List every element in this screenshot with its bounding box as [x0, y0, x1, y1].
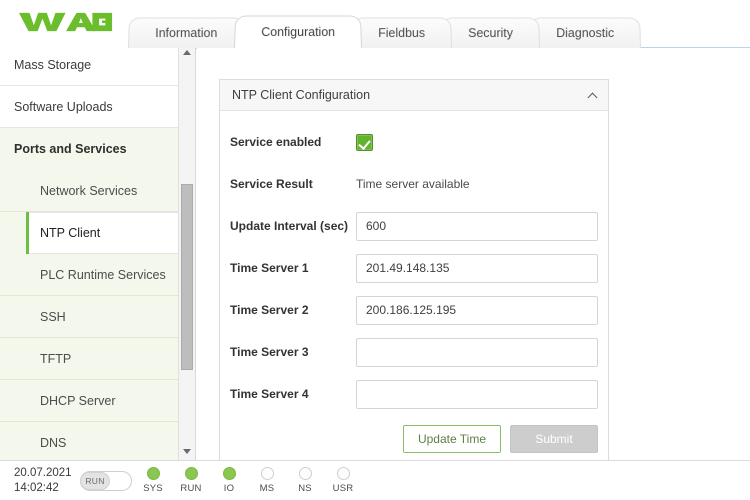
- led-run: RUN: [178, 467, 204, 494]
- sidebar-item-mass-storage[interactable]: Mass Storage: [0, 44, 178, 86]
- datetime-display: 20.07.2021 14:02:42: [14, 466, 72, 496]
- tab-diagnostic[interactable]: Diagnostic: [529, 17, 642, 48]
- row-update-interval: Update Interval (sec): [230, 205, 598, 247]
- tab-fieldbus[interactable]: Fieldbus: [350, 17, 453, 48]
- led-label: RUN: [180, 483, 202, 494]
- led-indicator-icon: [222, 467, 236, 480]
- sidebar-item-software-uploads[interactable]: Software Uploads: [0, 86, 178, 128]
- led-label: MS: [259, 483, 275, 494]
- wago-logo-icon: [18, 12, 113, 32]
- sidebar-item-dns[interactable]: DNS: [0, 422, 178, 460]
- led-label: NS: [298, 483, 312, 494]
- status-bar: 20.07.2021 14:02:42 RUN SYS RUN IO MS NS…: [0, 460, 750, 500]
- sidebar-sublist: Network Services NTP Client PLC Runtime …: [0, 170, 178, 460]
- led-io: IO: [216, 467, 242, 494]
- service-result-label: Service Result: [230, 177, 313, 191]
- sidebar-navigation: Mass Storage Software Uploads Ports and …: [0, 44, 196, 460]
- tab-security[interactable]: Security: [441, 17, 541, 48]
- tab-security-label: Security: [468, 26, 514, 41]
- main-tab-bar: Information Configuration Fieldbus Secur…: [128, 15, 642, 48]
- sidebar-item-label: DHCP Server: [40, 393, 116, 408]
- sidebar-item-network-services[interactable]: Network Services: [0, 170, 178, 212]
- row-time-server-2: Time Server 2: [230, 289, 598, 331]
- led-sys: SYS: [140, 467, 166, 494]
- triangle-down-icon: [183, 449, 191, 454]
- led-label: SYS: [143, 483, 163, 494]
- time-server-3-label: Time Server 3: [230, 345, 309, 359]
- sidebar-item-label: SSH: [40, 309, 66, 324]
- wago-logo: [18, 9, 114, 35]
- sidebar-item-label: DNS: [40, 435, 67, 450]
- ntp-client-configuration-panel: NTP Client Configuration Service enabled…: [219, 79, 609, 460]
- led-ms: MS: [254, 467, 280, 494]
- panel-title: NTP Client Configuration: [232, 88, 371, 102]
- led-indicator-icon: [184, 467, 198, 480]
- time-server-4-label: Time Server 4: [230, 387, 309, 401]
- led-usr: USR: [330, 467, 356, 494]
- run-stop-toggle[interactable]: RUN: [80, 471, 132, 491]
- led-label: IO: [223, 483, 235, 494]
- time-text: 14:02:42: [14, 482, 59, 494]
- sidebar-group-label: Ports and Services: [14, 142, 127, 156]
- toggle-knob-label: RUN: [80, 472, 110, 490]
- service-result-value: Time server available: [356, 177, 470, 191]
- sidebar-item-tftp[interactable]: TFTP: [0, 338, 178, 380]
- led-indicator-icon: [260, 467, 274, 480]
- time-server-2-input[interactable]: [356, 295, 598, 325]
- time-server-4-input[interactable]: [356, 379, 598, 409]
- led-indicator-icon: [298, 467, 312, 480]
- sidebar-group-ports-and-services[interactable]: Ports and Services: [0, 128, 178, 170]
- sidebar-item-label: Network Services: [40, 183, 138, 198]
- scrollbar-thumb[interactable]: [181, 184, 193, 370]
- sidebar-list: Mass Storage Software Uploads Ports and …: [0, 44, 178, 460]
- chevron-up-icon[interactable]: [589, 91, 598, 100]
- row-time-server-3: Time Server 3: [230, 331, 598, 373]
- tab-diagnostic-label: Diagnostic: [556, 26, 615, 41]
- sidebar-scrollbar[interactable]: [178, 44, 195, 460]
- tab-information-label: Information: [155, 26, 218, 41]
- scroll-down-button[interactable]: [179, 443, 195, 460]
- sidebar-item-plc-runtime-services[interactable]: PLC Runtime Services: [0, 254, 178, 296]
- tab-configuration[interactable]: Configuration: [233, 15, 362, 48]
- date-text: 20.07.2021: [14, 467, 72, 479]
- active-indicator: [26, 212, 29, 254]
- sidebar-item-ssh[interactable]: SSH: [0, 296, 178, 338]
- tab-configuration-label: Configuration: [260, 25, 335, 40]
- sidebar-item-ntp-client[interactable]: NTP Client: [26, 212, 178, 254]
- row-time-server-4: Time Server 4: [230, 373, 598, 415]
- time-server-1-label: Time Server 1: [230, 261, 309, 275]
- triangle-up-icon: [183, 50, 191, 55]
- sidebar-item-label: Mass Storage: [14, 57, 92, 72]
- panel-header: NTP Client Configuration: [220, 80, 608, 111]
- service-enabled-checkbox[interactable]: [356, 133, 373, 151]
- header: Information Configuration Fieldbus Secur…: [0, 0, 750, 49]
- update-interval-input[interactable]: [356, 211, 598, 241]
- panel-body: Service enabled Service Result Time serv…: [220, 111, 608, 460]
- row-service-enabled: Service enabled: [230, 121, 598, 163]
- led-indicator-icon: [336, 467, 350, 480]
- update-time-button[interactable]: Update Time: [402, 425, 501, 453]
- panel-button-row: Update Time Submit: [230, 415, 598, 455]
- row-service-result: Service Result Time server available: [230, 163, 598, 205]
- sidebar-item-dhcp-server[interactable]: DHCP Server: [0, 380, 178, 422]
- row-time-server-1: Time Server 1: [230, 247, 598, 289]
- tab-fieldbus-label: Fieldbus: [378, 26, 425, 41]
- wago-web-based-management: Information Configuration Fieldbus Secur…: [0, 0, 750, 500]
- service-enabled-label: Service enabled: [230, 135, 322, 149]
- sidebar-item-label: Software Uploads: [14, 99, 113, 114]
- time-server-3-input[interactable]: [356, 337, 598, 367]
- main-content: NTP Client Configuration Service enabled…: [197, 48, 750, 460]
- submit-button[interactable]: Submit: [510, 425, 598, 453]
- sidebar-item-label: NTP Client: [40, 226, 101, 240]
- led-label: USR: [332, 483, 354, 494]
- update-interval-label: Update Interval (sec): [230, 219, 349, 233]
- time-server-1-input[interactable]: [356, 253, 598, 283]
- led-ns: NS: [292, 467, 318, 494]
- time-server-2-label: Time Server 2: [230, 303, 309, 317]
- tab-information[interactable]: Information: [128, 17, 245, 48]
- led-status-group: SYS RUN IO MS NS USR: [140, 467, 356, 494]
- sidebar-item-label: TFTP: [40, 351, 72, 366]
- sidebar-item-label: PLC Runtime Services: [40, 267, 166, 282]
- led-indicator-icon: [146, 467, 160, 480]
